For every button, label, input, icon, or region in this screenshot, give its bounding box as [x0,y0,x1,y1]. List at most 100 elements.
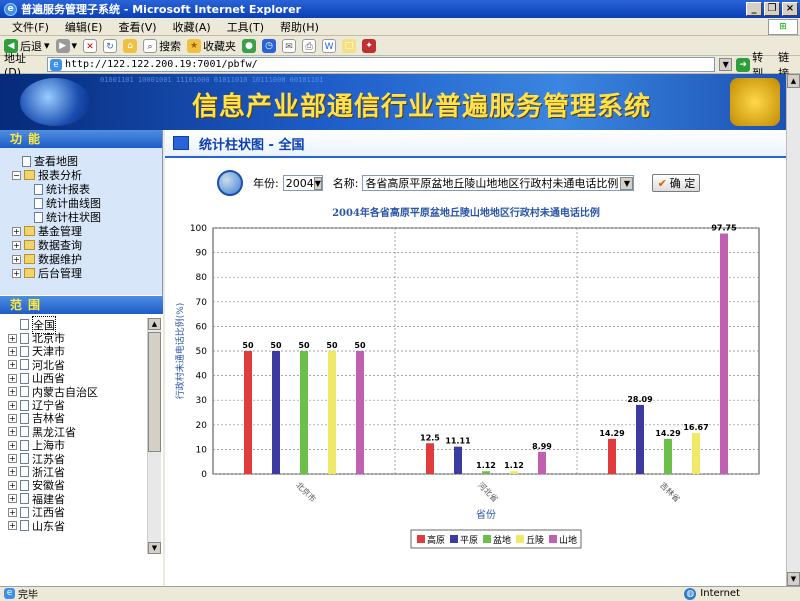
menu-file[interactable]: 文件(F) [4,19,57,35]
bar-value-label: 50 [270,341,282,350]
zone-indicator: ◍ Internet [684,587,740,600]
stop-icon[interactable]: ✕ [83,38,98,53]
page-scrollbar[interactable]: ▲ ▼ [786,74,800,586]
range-tree-item[interactable]: + 福建省 [8,492,155,506]
address-dropdown[interactable]: ▼ [719,58,733,71]
year-select[interactable]: 2004 ▼ [282,175,323,191]
folder-icon [24,240,35,250]
expand-icon[interactable]: + [8,494,17,504]
document-icon [20,439,29,451]
minimize-button[interactable]: _ [746,2,762,16]
range-panel: 范围 全国 + 北京市 + 天津市 + 河北省 + 山西省 + 内蒙古自治区 + 辽宁省 + 吉林省 + 黑龙江… [0,296,163,586]
status-text: 完毕 [18,590,38,601]
range-tree-item[interactable]: + 吉林省 [8,412,155,425]
menu-tools[interactable]: 工具(T) [219,19,272,35]
range-tree-item[interactable]: + 安徽省 [8,479,155,492]
checkmark-icon: ✔ [657,176,667,190]
forward-button[interactable]: ▶ ▾ [55,38,77,53]
expand-icon[interactable]: + [8,521,17,531]
menu-help[interactable]: 帮助(H) [272,19,327,35]
bar-value-label: 28.09 [627,395,653,404]
expand-icon[interactable]: + [8,440,17,450]
range-tree-item[interactable]: + 浙江省 [8,465,155,479]
function-panel-title: 功能 [0,130,162,148]
expand-icon[interactable]: + [8,413,17,423]
range-tree-item[interactable]: + 河北省 [8,358,155,372]
menu-favorites[interactable]: 收藏(A) [165,19,219,35]
address-input[interactable]: e http://122.122.200.19:7001/pbfw/ [46,57,716,72]
function-tree-item[interactable]: + 后台管理 [4,266,158,280]
print-icon[interactable]: ⎙ [302,38,317,53]
bar-value-label: 97.75 [711,224,737,233]
function-tree-item[interactable]: − 报表分析 [4,168,158,182]
page-scroll-up-arrow[interactable]: ▲ [787,74,800,88]
function-tree-item[interactable]: 查看地图 [4,154,158,168]
bar [300,351,308,474]
expand-icon[interactable]: + [12,240,21,250]
confirm-button[interactable]: ✔ 确 定 [652,174,701,192]
function-tree-item[interactable]: 统计柱状图 [4,210,158,224]
scroll-down-arrow[interactable]: ▼ [148,542,161,554]
document-icon [34,197,43,209]
function-tree-item[interactable]: + 基金管理 [4,224,158,238]
range-tree-item[interactable]: + 上海市 [8,439,155,452]
expand-icon[interactable]: + [8,346,17,356]
expand-icon[interactable]: + [12,226,21,236]
expand-icon[interactable]: + [12,268,21,278]
function-tree-item[interactable]: 统计曲线图 [4,196,158,210]
expand-icon[interactable]: + [12,254,21,264]
expand-icon[interactable]: + [8,507,17,517]
refresh-icon[interactable]: ↻ [103,38,118,53]
expand-icon[interactable]: + [8,360,17,370]
menu-edit[interactable]: 编辑(E) [57,19,111,35]
range-tree-item[interactable]: + 内蒙古自治区 [8,385,155,399]
menu-view[interactable]: 查看(V) [110,19,164,35]
range-tree-item[interactable]: + 江西省 [8,505,155,519]
expand-icon[interactable]: + [8,467,17,477]
year-label: 年份: [253,177,279,190]
bar [664,438,672,474]
expand-icon[interactable]: + [8,333,17,343]
name-select[interactable]: 各省高原平原盆地丘陵山地地区行政村未通电话比例 ▼ [362,175,635,191]
function-tree-item[interactable]: + 数据维护 [4,252,158,266]
document-icon [22,155,31,167]
expand-icon[interactable]: + [8,400,17,410]
query-controls: 年份: 2004 ▼ 名称: 各省高原平原盆地丘陵山地地区行政村未通电话比例 ▼ ✔… [217,170,701,196]
messenger-icon[interactable]: ✦ [362,38,377,53]
bar [356,351,364,474]
function-tree-item[interactable]: + 数据查询 [4,238,158,252]
range-root-item[interactable]: 全国 [8,315,155,334]
document-icon [20,453,29,465]
close-button[interactable]: × [782,2,798,16]
media-icon[interactable]: ● [242,38,257,53]
page-scroll-down-arrow[interactable]: ▼ [787,572,800,586]
range-tree-item[interactable]: + 辽宁省 [8,398,155,412]
discuss-icon[interactable]: □ [342,38,357,53]
y-tick-label: 50 [196,347,208,357]
expand-icon[interactable]: + [8,373,17,383]
expand-icon[interactable]: + [8,480,17,490]
edit-icon[interactable]: W [322,38,337,53]
search-button[interactable]: ⌕ 搜索 [143,38,181,54]
range-tree-item[interactable]: + 山东省 [8,519,155,533]
range-tree-item[interactable]: + 江苏省 [8,452,155,466]
range-tree-item[interactable]: + 天津市 [8,345,155,358]
favorites-button[interactable]: ★ 收藏夹 [187,38,236,54]
home-icon[interactable]: ⌂ [123,38,138,53]
scroll-thumb[interactable] [148,332,161,452]
mail-icon[interactable]: ✉ [282,38,297,53]
function-tree-item[interactable]: 统计报表 [4,182,158,196]
collapse-icon[interactable]: − [12,170,21,180]
expand-icon[interactable]: + [8,387,17,397]
expand-icon[interactable]: + [8,454,17,464]
scroll-up-arrow[interactable]: ▲ [148,318,161,330]
go-arrow-icon: ➜ [736,57,751,72]
restore-button[interactable]: ❐ [764,2,780,16]
range-tree-item[interactable]: + 黑龙江省 [8,425,155,439]
history-icon[interactable]: ◷ [262,38,277,53]
address-bar: 地址(D) e http://122.122.200.19:7001/pbfw/… [0,51,800,80]
document-icon [34,211,43,223]
expand-icon[interactable]: + [8,427,17,437]
range-scrollbar[interactable]: ▲ ▼ [147,318,161,554]
range-tree-item[interactable]: + 北京市 [8,331,155,345]
